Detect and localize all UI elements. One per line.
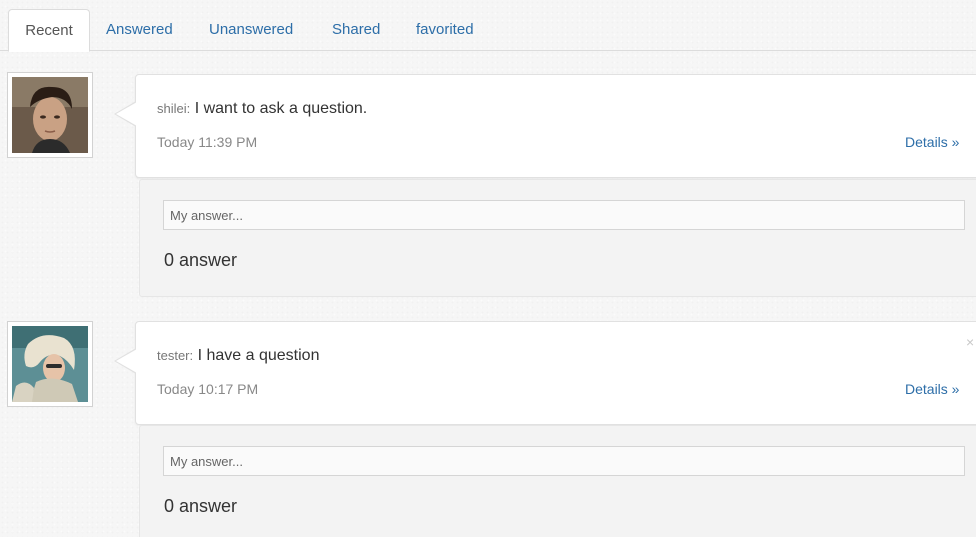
user-avatar[interactable] — [7, 72, 93, 158]
answer-panel: 0 answer — [139, 425, 976, 537]
question-card: shilei: I want to ask a question. Today … — [114, 74, 976, 178]
details-link[interactable]: Details » — [905, 381, 959, 397]
question-card: × tester: I have a question Today 10:17 … — [114, 321, 976, 425]
answer-input[interactable] — [163, 446, 965, 476]
tab-favorited[interactable]: favorited — [416, 9, 474, 52]
details-link[interactable]: Details » — [905, 134, 959, 150]
question-timestamp: Today 11:39 PM — [157, 134, 258, 150]
user-avatar-dark-hair-icon — [12, 77, 88, 153]
question-author[interactable]: tester — [157, 348, 190, 363]
question-text: I have a question — [197, 347, 320, 364]
answer-count: 0 answer — [164, 250, 238, 270]
tab-shared[interactable]: Shared — [332, 9, 380, 52]
user-avatar[interactable] — [7, 321, 93, 407]
answer-panel: 0 answer — [139, 179, 976, 297]
tab-recent[interactable]: Recent — [8, 9, 90, 52]
question-timestamp: Today 10:17 PM — [157, 381, 259, 397]
answer-input[interactable] — [163, 200, 965, 230]
question-text: I want to ask a question. — [194, 100, 368, 117]
user-avatar-blonde-icon — [12, 326, 88, 402]
question-line: shilei: I want to ask a question. — [157, 100, 368, 117]
filter-tabs: Recent Answered Unanswered Shared favori… — [0, 0, 976, 52]
question-author[interactable]: shilei — [157, 101, 187, 116]
question-line: tester: I have a question — [157, 347, 320, 364]
close-icon[interactable]: × — [966, 334, 974, 350]
tab-unanswered[interactable]: Unanswered — [209, 9, 293, 52]
tab-answered[interactable]: Answered — [106, 9, 173, 52]
answer-count: 0 answer — [164, 496, 238, 516]
